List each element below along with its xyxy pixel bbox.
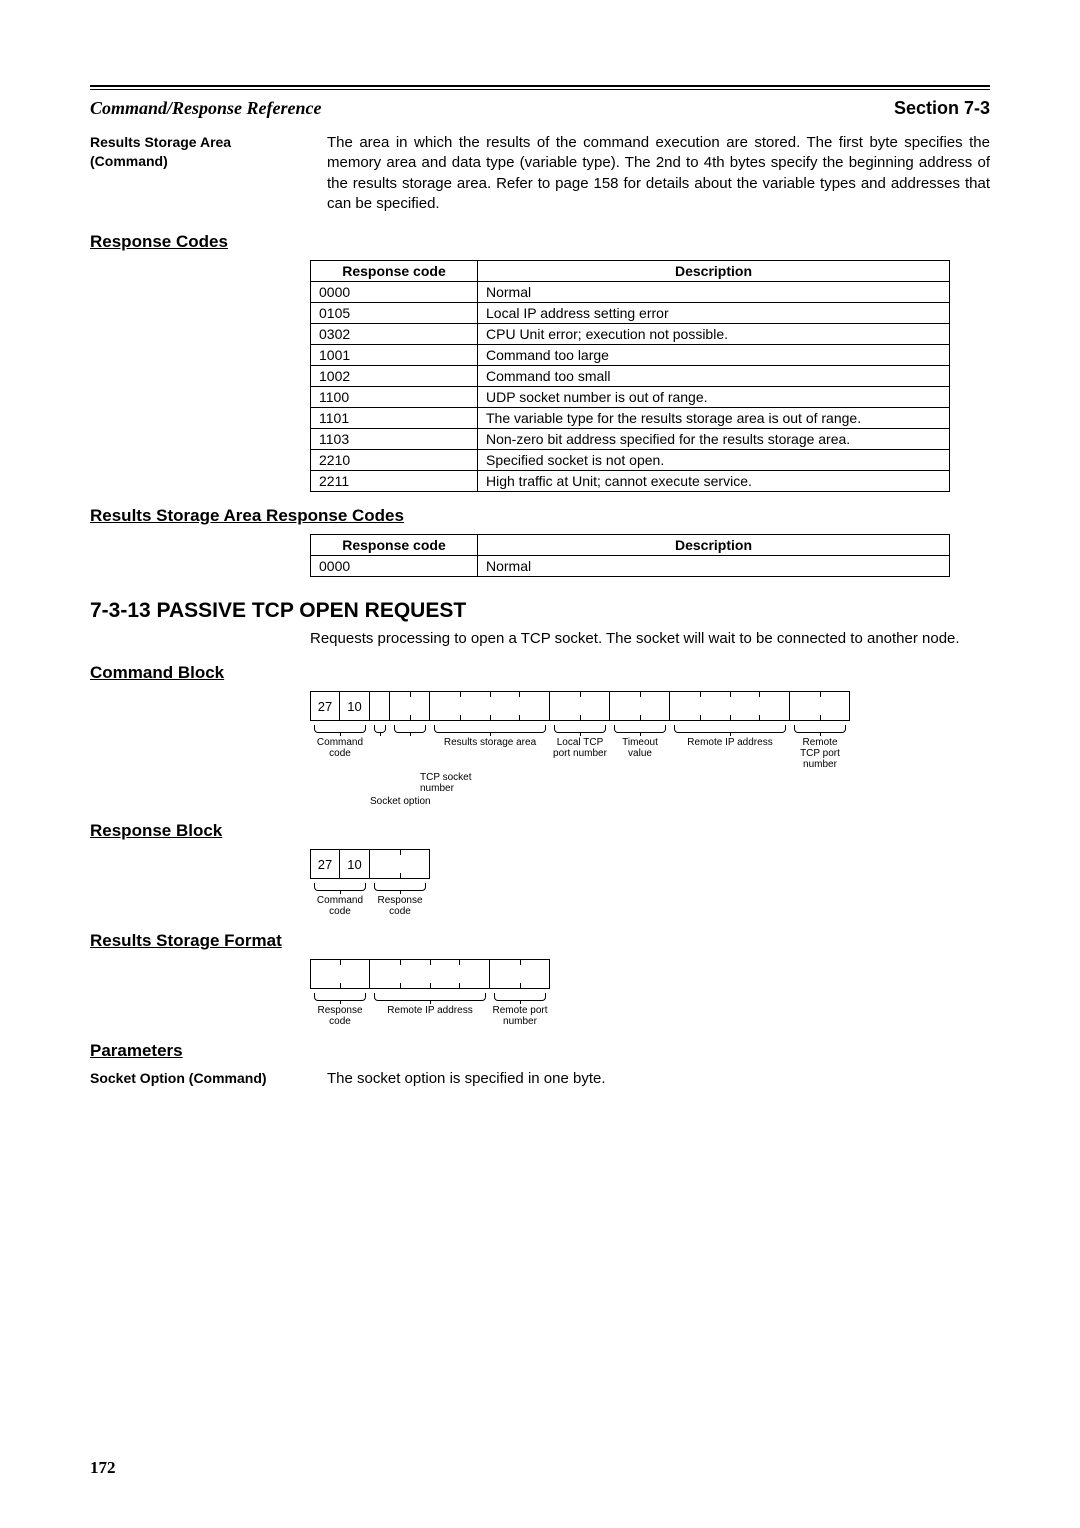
byte-cell xyxy=(490,959,550,989)
desc-cell: Command too small xyxy=(478,366,950,387)
label-remote-port: Remote port number xyxy=(490,1005,550,1027)
code-cell: 1101 xyxy=(311,408,478,429)
command-title: 7-3-13 PASSIVE TCP OPEN REQUEST xyxy=(90,599,990,623)
response-block-diagram: 27 10 Command code Response code xyxy=(310,849,990,917)
byte-cell: 10 xyxy=(340,691,370,721)
label-remote-ip: Remote IP address xyxy=(370,1005,490,1027)
label-socket-option: Socket option xyxy=(310,796,400,807)
code-cell: 0000 xyxy=(311,556,478,577)
table-row: 2210Specified socket is not open. xyxy=(311,450,950,471)
code-cell: 0302 xyxy=(311,324,478,345)
table-row: 1101The variable type for the results st… xyxy=(311,408,950,429)
table-row: 1001Command too large xyxy=(311,345,950,366)
th-desc: Description xyxy=(478,261,950,282)
label-tcp-socket-number: TCP socket number xyxy=(370,772,500,794)
byte-cell xyxy=(370,849,430,879)
table-row: 0105Local IP address setting error xyxy=(311,303,950,324)
rsa-label: Results Storage Area (Command) xyxy=(90,133,295,214)
byte-cell xyxy=(310,959,370,989)
results-storage-area-block: Results Storage Area (Command) The area … xyxy=(90,133,990,214)
label-results-storage: Results storage area xyxy=(430,737,550,770)
byte-cell xyxy=(610,691,670,721)
response-codes-heading: Response Codes xyxy=(90,232,990,252)
th-code: Response code xyxy=(311,261,478,282)
code-cell: 2210 xyxy=(311,450,478,471)
label-local-tcp-port: Local TCP port number xyxy=(550,737,610,770)
table-header-row: Response code Description xyxy=(311,261,950,282)
code-cell: 1103 xyxy=(311,429,478,450)
byte-cell: 27 xyxy=(310,691,340,721)
table-row: 2211High traffic at Unit; cannot execute… xyxy=(311,471,950,492)
th-code: Response code xyxy=(311,535,478,556)
rsa-codes-table: Response code Description 0000Normal xyxy=(310,534,950,577)
table-row: 0000Normal xyxy=(311,282,950,303)
label-remote-ip: Remote IP address xyxy=(670,737,790,770)
top-rule-thin xyxy=(90,89,990,90)
page-number: 172 xyxy=(90,1458,116,1478)
header-left: Command/Response Reference xyxy=(90,98,322,119)
results-storage-format-diagram: Response code Remote IP address Remote p… xyxy=(310,959,990,1027)
label-command-code: Command code xyxy=(310,737,370,770)
table-row: 1100UDP socket number is out of range. xyxy=(311,387,950,408)
byte-cell xyxy=(790,691,850,721)
table-row: 1002Command too small xyxy=(311,366,950,387)
desc-cell: Local IP address setting error xyxy=(478,303,950,324)
label-response-code: Response code xyxy=(310,1005,370,1027)
parameters-heading: Parameters xyxy=(90,1041,990,1061)
label-command-code: Command code xyxy=(310,895,370,917)
byte-cell xyxy=(670,691,790,721)
code-cell: 1002 xyxy=(311,366,478,387)
byte-cell: 27 xyxy=(310,849,340,879)
socket-option-text: The socket option is specified in one by… xyxy=(327,1069,990,1089)
desc-cell: High traffic at Unit; cannot execute ser… xyxy=(478,471,950,492)
byte-cell xyxy=(390,691,430,721)
code-cell: 1001 xyxy=(311,345,478,366)
table-header-row: Response code Description xyxy=(311,535,950,556)
table-row: 1103Non-zero bit address specified for t… xyxy=(311,429,950,450)
header-right: Section 7-3 xyxy=(894,98,990,119)
desc-cell: Normal xyxy=(478,282,950,303)
command-block-diagram: 27 10 Command code Results storage area xyxy=(310,691,990,807)
desc-cell: Normal xyxy=(478,556,950,577)
th-desc: Description xyxy=(478,535,950,556)
desc-cell: The variable type for the results storag… xyxy=(478,408,950,429)
command-intro: Requests processing to open a TCP socket… xyxy=(310,629,990,649)
desc-cell: Non-zero bit address specified for the r… xyxy=(478,429,950,450)
code-cell: 2211 xyxy=(311,471,478,492)
byte-cell xyxy=(370,959,490,989)
response-block-heading: Response Block xyxy=(90,821,990,841)
desc-cell: UDP socket number is out of range. xyxy=(478,387,950,408)
byte-cell xyxy=(370,691,390,721)
command-block-heading: Command Block xyxy=(90,663,990,683)
results-storage-format-heading: Results Storage Format xyxy=(90,931,990,951)
rsa-codes-heading: Results Storage Area Response Codes xyxy=(90,506,990,526)
byte-cell xyxy=(430,691,550,721)
label-remote-tcp-port: Remote TCP port number xyxy=(790,737,850,770)
byte-cell: 10 xyxy=(340,849,370,879)
desc-cell: CPU Unit error; execution not possible. xyxy=(478,324,950,345)
top-rule-thick xyxy=(90,85,990,87)
page: Command/Response Reference Section 7-3 R… xyxy=(0,0,1080,1528)
table-row: 0000Normal xyxy=(311,556,950,577)
rsa-text: The area in which the results of the com… xyxy=(327,133,990,214)
desc-cell: Specified socket is not open. xyxy=(478,450,950,471)
page-header: Command/Response Reference Section 7-3 xyxy=(90,98,990,119)
code-cell: 0105 xyxy=(311,303,478,324)
socket-option-block: Socket Option (Command) The socket optio… xyxy=(90,1069,990,1089)
byte-cell xyxy=(550,691,610,721)
desc-cell: Command too large xyxy=(478,345,950,366)
response-codes-table: Response code Description 0000Normal 010… xyxy=(310,260,950,492)
label-response-code: Response code xyxy=(370,895,430,917)
code-cell: 0000 xyxy=(311,282,478,303)
table-row: 0302CPU Unit error; execution not possib… xyxy=(311,324,950,345)
code-cell: 1100 xyxy=(311,387,478,408)
socket-option-label: Socket Option (Command) xyxy=(90,1069,295,1089)
label-timeout: Timeout value xyxy=(610,737,670,770)
